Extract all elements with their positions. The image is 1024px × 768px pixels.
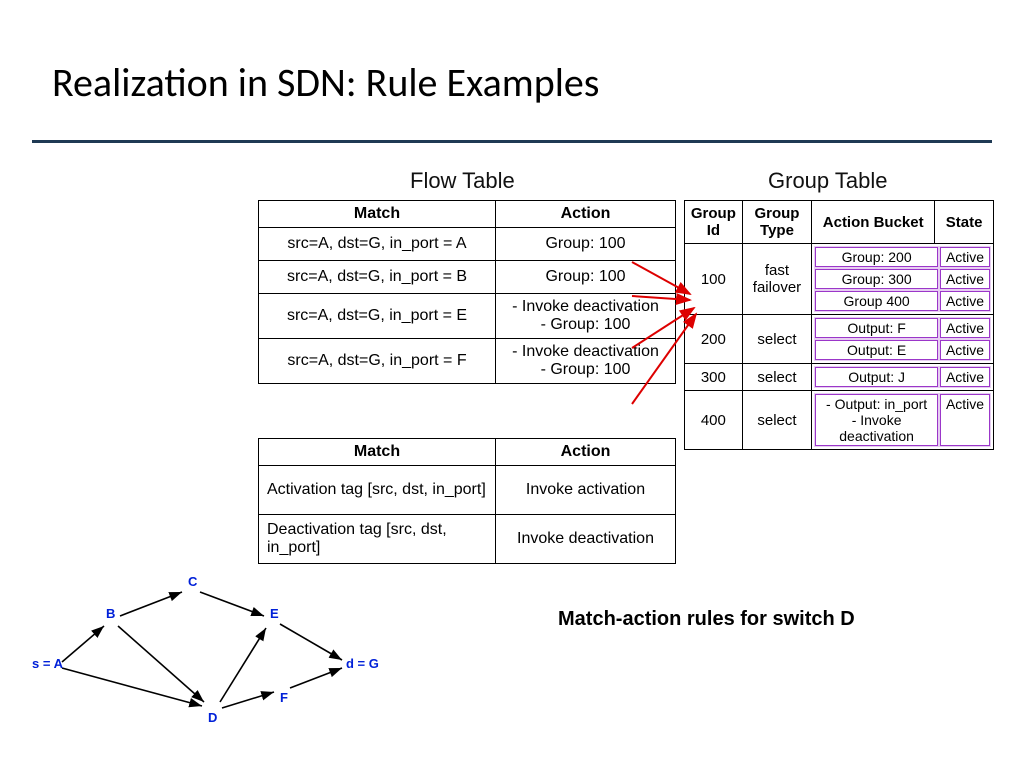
table-row: 200 select Output: FActive Output: EActi…	[685, 315, 994, 364]
bucket-item: Output: E	[815, 340, 938, 360]
table-row: 400 select - Output: in_port - Invoke de…	[685, 391, 994, 450]
node-b: B	[106, 606, 115, 621]
node-d: D	[208, 710, 217, 725]
node-a: s = A	[32, 656, 64, 671]
table-row: 300 select Output: JActive	[685, 364, 994, 391]
group-table-label: Group Table	[768, 168, 887, 194]
table-row: src=A, dst=G, in_port = BGroup: 100	[259, 261, 676, 294]
node-e: E	[270, 606, 279, 621]
table-row: Deactivation tag [src, dst, in_port]Invo…	[259, 515, 676, 564]
table-row: 100 fast failover Group: 200Active Group…	[685, 244, 994, 315]
col-group-id: Group Id	[685, 201, 743, 244]
table-row: src=A, dst=G, in_port = AGroup: 100	[259, 228, 676, 261]
table-row: src=A, dst=G, in_port = F- Invoke deacti…	[259, 339, 676, 384]
bucket-state: Active	[940, 318, 990, 338]
bucket-state: Active	[940, 394, 990, 446]
network-graph: s = A B C D E F d = G	[32, 570, 392, 730]
col-match: Match	[259, 201, 496, 228]
node-f: F	[280, 690, 288, 705]
node-c: C	[188, 574, 198, 589]
bucket-state: Active	[940, 340, 990, 360]
bucket-item: - Output: in_port - Invoke deactivation	[815, 394, 938, 446]
bucket-state: Active	[940, 247, 990, 267]
col-match: Match	[259, 439, 496, 466]
col-action: Action	[496, 201, 676, 228]
col-action-bucket: Action Bucket	[812, 201, 935, 244]
group-table: Group Id Group Type Action Bucket State …	[684, 200, 994, 450]
bucket-state: Active	[940, 291, 990, 311]
bucket-item: Group: 300	[815, 269, 938, 289]
flow-table-1: Match Action src=A, dst=G, in_port = AGr…	[258, 200, 676, 384]
title-rule	[32, 140, 992, 143]
col-state: State	[935, 201, 994, 244]
bucket-item: Output: J	[815, 367, 938, 387]
bucket-item: Output: F	[815, 318, 938, 338]
col-action: Action	[496, 439, 676, 466]
table-row: src=A, dst=G, in_port = E- Invoke deacti…	[259, 294, 676, 339]
bucket-item: Group: 200	[815, 247, 938, 267]
flow-table-label: Flow Table	[410, 168, 515, 194]
slide-title: Realization in SDN: Rule Examples	[52, 58, 599, 107]
caption: Match-action rules for switch D	[558, 608, 855, 631]
node-g: d = G	[346, 656, 379, 671]
flow-table-2: Match Action Activation tag [src, dst, i…	[258, 438, 676, 564]
bucket-item: Group 400	[815, 291, 938, 311]
bucket-state: Active	[940, 367, 990, 387]
table-row: Activation tag [src, dst, in_port]Invoke…	[259, 466, 676, 515]
bucket-state: Active	[940, 269, 990, 289]
col-group-type: Group Type	[742, 201, 811, 244]
